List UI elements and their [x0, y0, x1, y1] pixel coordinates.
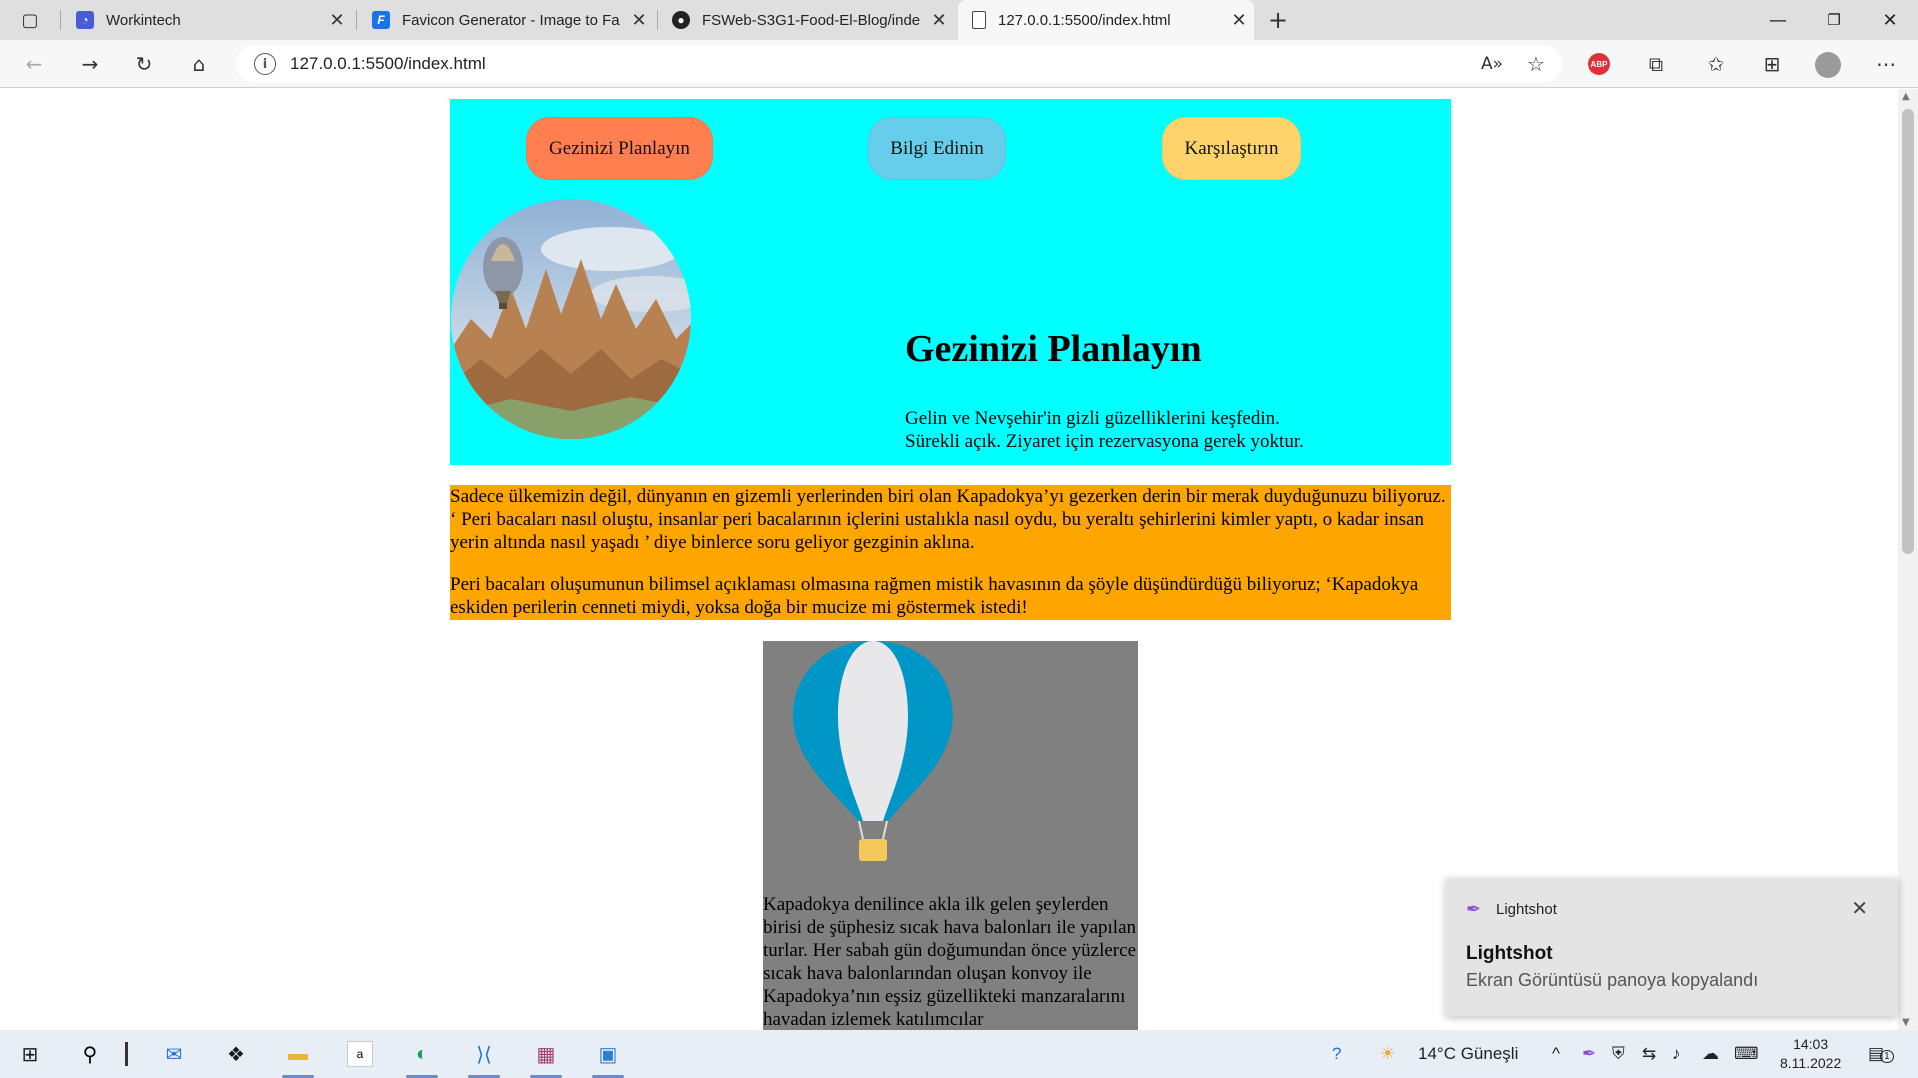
hero-section: Gezinizi Planlayın Bilgi Edinin Karşılaş…	[450, 99, 1451, 465]
close-tab-icon[interactable]: ✕	[624, 10, 654, 31]
intro-section: Sadece ülkemizin değil, dünyanın en gize…	[450, 485, 1451, 620]
cappadocia-photo	[451, 199, 691, 439]
page-scrollbar[interactable]: ▲ ▼	[1898, 89, 1918, 1030]
browser-tab-bar: ▢ ◔ Workintech ✕ F Favicon Generator - I…	[0, 0, 1918, 40]
file-explorer-icon[interactable]: ▬	[276, 1036, 320, 1078]
tab-localhost[interactable]: 127.0.0.1:5500/index.html ✕	[958, 0, 1254, 40]
weather-text[interactable]: 14°C Güneşli	[1418, 1044, 1518, 1064]
profile-avatar[interactable]	[1815, 52, 1841, 78]
tab-title: 127.0.0.1:5500/index.html	[998, 11, 1171, 29]
network-icon[interactable]: ⇆	[1642, 1044, 1656, 1064]
notification-app-name: Lightshot	[1496, 901, 1557, 918]
workintech-icon: ◔	[76, 11, 94, 29]
edge-browser-icon[interactable]: ◐	[400, 1036, 444, 1078]
notification-center-icon[interactable]: ▤1	[1868, 1044, 1894, 1064]
refresh-icon[interactable]: ↻	[128, 48, 160, 80]
address-url[interactable]: 127.0.0.1:5500/index.html	[290, 54, 486, 74]
winrar-icon[interactable]: ▦	[524, 1036, 568, 1078]
forward-icon[interactable]: →	[74, 48, 106, 80]
scroll-down-icon[interactable]: ▼	[1902, 1017, 1910, 1028]
keyboard-icon[interactable]: ⌨	[1734, 1044, 1759, 1064]
minimize-icon[interactable]: —	[1750, 0, 1806, 40]
photos-icon[interactable]: ▣	[586, 1036, 630, 1078]
close-tab-icon[interactable]: ✕	[1224, 10, 1254, 31]
github-icon: ●	[672, 11, 690, 29]
tab-title: Workintech	[106, 11, 181, 29]
windows-start-icon[interactable]: ⊞	[8, 1036, 52, 1072]
home-icon[interactable]: ⌂	[183, 48, 215, 80]
document-icon	[972, 11, 986, 29]
hot-air-balloon-illustration	[793, 641, 953, 866]
hero-subtitle-line: Gelin ve Nevşehir'in gizli güzelliklerin…	[905, 408, 1280, 429]
intro-paragraph: Peri bacaları oluşumunun bilimsel açıkla…	[450, 574, 1419, 618]
lightshot-tray-icon[interactable]: ✒	[1582, 1044, 1596, 1064]
lightshot-feather-icon: ✒	[1466, 899, 1482, 919]
restore-icon[interactable]: ❐	[1806, 0, 1862, 40]
onedrive-icon[interactable]: ☁	[1702, 1044, 1719, 1064]
search-icon[interactable]: ⚲	[68, 1036, 112, 1072]
tab-actions-icon[interactable]: ▢	[14, 4, 46, 36]
favorites-icon[interactable]: ✩	[1700, 48, 1732, 80]
scrollbar-thumb[interactable]	[1902, 109, 1914, 554]
balloon-card-text: Kapadokya denilince akla ilk gelen şeyle…	[763, 894, 1137, 1030]
mail-icon[interactable]: ✉	[152, 1036, 196, 1072]
nav-button-plan[interactable]: Gezinizi Planlayın	[526, 117, 713, 180]
nav-button-info[interactable]: Bilgi Edinin	[868, 117, 1006, 180]
help-icon[interactable]: ?	[1332, 1044, 1341, 1064]
address-bar[interactable]: i 127.0.0.1:5500/index.html A» ☆	[236, 45, 1562, 83]
hero-title: Gezinizi Planlayın	[905, 328, 1202, 370]
weather-icon[interactable]: ☀	[1380, 1044, 1395, 1064]
notification-title: Lightshot	[1466, 943, 1553, 964]
notification-message: Ekran Görüntüsü panoya kopyalandı	[1466, 970, 1759, 990]
tab-favicon-generator[interactable]: F Favicon Generator - Image to Fa ✕	[358, 0, 654, 40]
hero-subtitle-line: Sürekli açık. Ziyaret için rezervasyona …	[905, 431, 1304, 452]
task-view-divider	[125, 1042, 128, 1066]
notification-count-badge: 1	[1880, 1050, 1894, 1063]
favicon-generator-icon: F	[372, 11, 390, 29]
add-favorite-icon[interactable]: ☆	[1520, 48, 1552, 80]
notification-close-icon[interactable]: ✕	[1851, 896, 1868, 921]
amazon-icon[interactable]: a	[338, 1036, 382, 1072]
more-menu-icon[interactable]: ⋯	[1870, 48, 1902, 80]
intro-paragraph: Sadece ülkemizin değil, dünyanın en gize…	[450, 486, 1446, 553]
clock-time: 14:03	[1793, 1036, 1829, 1052]
scroll-up-icon[interactable]: ▲	[1902, 91, 1910, 102]
vscode-icon[interactable]: ⟩⟨	[462, 1036, 506, 1078]
browser-toolbar: ← → ↻ ⌂ i 127.0.0.1:5500/index.html A» ☆…	[0, 40, 1918, 88]
close-tab-icon[interactable]: ✕	[924, 10, 954, 31]
adblock-plus-icon[interactable]: ABP	[1588, 53, 1610, 75]
taskbar-clock[interactable]: 14:03 8.11.2022	[1780, 1035, 1841, 1073]
lightshot-notification[interactable]: ✒ Lightshot ✕ Lightshot Ekran Görüntüsü …	[1446, 878, 1898, 1016]
tab-github[interactable]: ● FSWeb-S3G1-Food-El-Blog/inde ✕	[658, 0, 954, 40]
site-info-icon[interactable]: i	[254, 53, 276, 75]
volume-icon[interactable]: ♪	[1672, 1044, 1681, 1064]
tab-separator	[60, 10, 61, 30]
collections-icon[interactable]: ⊞	[1756, 48, 1788, 80]
security-shield-icon[interactable]: ⛨	[1612, 1044, 1625, 1064]
clock-date: 8.11.2022	[1780, 1055, 1842, 1071]
dropbox-icon[interactable]: ❖	[214, 1036, 258, 1072]
close-tab-icon[interactable]: ✕	[322, 10, 352, 31]
tab-title: Favicon Generator - Image to Fa	[402, 11, 620, 29]
tab-separator	[356, 10, 357, 30]
hero-subtitle: Gelin ve Nevşehir'in gizli güzelliklerin…	[905, 407, 1304, 453]
tray-expand-icon[interactable]: ^	[1552, 1044, 1560, 1064]
balloon-card: Kapadokya denilince akla ilk gelen şeyle…	[763, 641, 1138, 1030]
nav-button-compare[interactable]: Karşılaştırın	[1162, 117, 1301, 180]
close-window-icon[interactable]: ✕	[1862, 0, 1918, 40]
windows-taskbar: ⊞ ⚲ ✉ ❖ ▬ a ◐ ⟩⟨ ▦ ▣ ? ☀ 14°C Güneşli ^ …	[0, 1030, 1918, 1078]
tab-workintech[interactable]: ◔ Workintech ✕	[62, 0, 352, 40]
tab-title: FSWeb-S3G1-Food-El-Blog/inde	[702, 11, 921, 29]
read-aloud-icon[interactable]: A»	[1476, 48, 1508, 80]
back-icon[interactable]: ←	[18, 48, 50, 80]
extensions-icon[interactable]: ⧉	[1640, 48, 1672, 80]
new-tab-icon[interactable]: +	[1262, 4, 1294, 36]
